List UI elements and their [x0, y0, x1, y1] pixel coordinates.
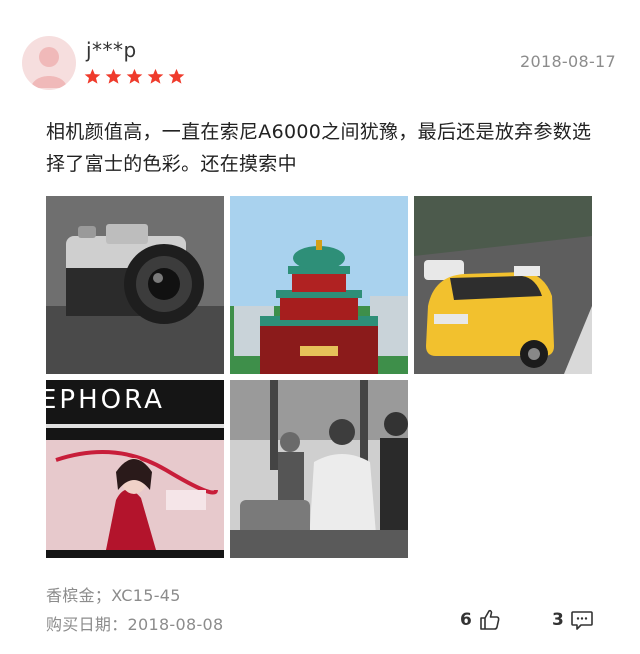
username[interactable]: j***p	[86, 38, 137, 62]
thumbs-up-icon	[480, 609, 500, 630]
review-text: 相机颜值高，一直在索尼A6000之间犹豫，最后还是放弃参数选择了富士的色彩。还在…	[46, 121, 592, 175]
star-icon	[147, 68, 164, 84]
review-date: 2018-08-17	[520, 52, 616, 71]
purchase-date: 购买日期：2018-08-08	[46, 615, 224, 634]
sephora-sign-text: EPHORA	[46, 385, 165, 415]
comment-count: 3	[552, 610, 564, 630]
street-photo[interactable]	[230, 380, 408, 558]
star-icon	[105, 68, 122, 84]
star-icon	[84, 68, 101, 84]
building-photo[interactable]	[230, 196, 408, 374]
avatar[interactable]	[22, 36, 76, 90]
default-avatar-icon	[31, 47, 67, 88]
star-icon	[126, 68, 143, 84]
star-icon	[168, 68, 185, 84]
like-count: 6	[460, 610, 472, 630]
sephora-photo[interactable]: EPHORA	[46, 380, 224, 558]
like-button[interactable]: 6	[460, 608, 502, 632]
comment-icon	[571, 611, 593, 630]
rating-stars	[84, 68, 185, 85]
camera-photo[interactable]	[46, 196, 224, 374]
comment-button[interactable]: 3	[552, 608, 594, 632]
taxi-photo[interactable]	[414, 196, 592, 374]
product-variant: 香槟金；XC15-45	[46, 586, 181, 605]
